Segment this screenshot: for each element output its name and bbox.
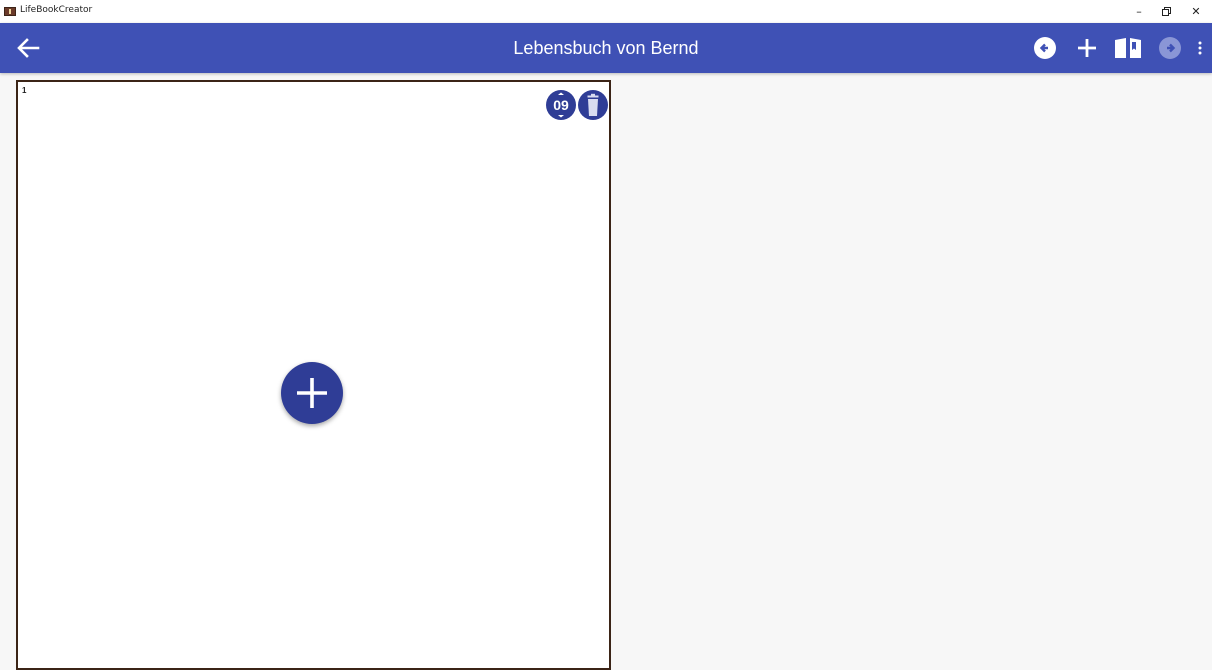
more-vert-icon [1198,41,1202,55]
more-options-button[interactable] [1194,35,1206,61]
maximize-button[interactable] [1151,0,1181,23]
app-logo-icon [4,7,16,16]
delete-page-button[interactable] [578,90,608,120]
reorder-page-button[interactable]: 09 [546,90,576,120]
previous-page-icon [1034,37,1056,59]
add-content-button[interactable] [281,362,343,424]
maximize-icon [1161,7,1171,16]
app-bar: Lebensbuch von Bernd [0,23,1212,73]
delete-icon [587,93,599,116]
book-view-button[interactable] [1112,35,1144,61]
add-content-icon [297,378,327,408]
window-title: LifeBookCreator [20,5,93,15]
next-page-button[interactable] [1157,35,1183,61]
minimize-button[interactable]: – [1124,0,1154,23]
book-icon [1115,38,1141,58]
next-page-icon [1159,37,1181,59]
page-order-label: 09 [553,97,569,113]
page-number: 1 [22,86,27,95]
book-page[interactable]: 1 09 [16,80,611,670]
window-titlebar: LifeBookCreator – ✕ [0,0,1212,23]
close-button[interactable]: ✕ [1181,0,1211,23]
previous-page-button[interactable] [1032,35,1058,61]
add-page-button[interactable] [1074,35,1100,61]
page-title: Lebensbuch von Bernd [513,38,699,58]
add-icon [1078,39,1096,57]
